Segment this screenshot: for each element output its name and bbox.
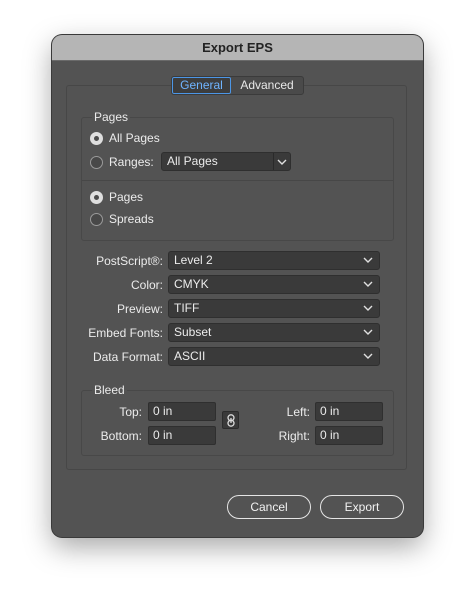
chevron-down-icon: [363, 300, 375, 317]
radio-button[interactable]: [90, 212, 103, 226]
data-format-value: ASCII: [174, 349, 206, 363]
preview-select[interactable]: TIFF: [168, 299, 380, 318]
radio-spreads[interactable]: Spreads: [90, 212, 154, 226]
chevron-down-icon: [363, 276, 375, 293]
radio-button-checked[interactable]: [90, 131, 103, 145]
ranges-label: Ranges:: [109, 155, 154, 169]
bleed-top-field[interactable]: 0 in: [148, 402, 216, 421]
color-select[interactable]: CMYK: [168, 275, 380, 294]
chevron-down-icon: [363, 324, 375, 341]
bleed-left-field[interactable]: 0 in: [315, 402, 383, 421]
data-format-select[interactable]: ASCII: [168, 347, 380, 366]
pages-divider: [82, 180, 393, 181]
postscript-value: Level 2: [174, 253, 213, 267]
pages-group: Pages All Pages Ranges: All Pages Pages: [81, 110, 394, 241]
embed-fonts-value: Subset: [174, 325, 212, 339]
bleed-group: Bleed Top: 0 in Bottom: 0 in Left: 0 in …: [81, 383, 394, 456]
data-format-label: Data Format:: [92, 350, 163, 364]
ranges-value: All Pages: [167, 154, 218, 168]
pages-group-title: Pages: [92, 110, 131, 124]
radio-pages[interactable]: Pages: [90, 190, 143, 204]
postscript-label: PostScript®:: [96, 254, 163, 268]
chevron-down-icon[interactable]: [273, 153, 290, 170]
chevron-down-icon: [363, 348, 375, 365]
bleed-bottom-label: Bottom:: [100, 429, 142, 443]
pages-label: Pages: [109, 190, 144, 204]
general-panel: Pages All Pages Ranges: All Pages Pages: [66, 85, 407, 470]
tab-general[interactable]: General: [172, 77, 231, 94]
color-label: Color:: [130, 278, 163, 292]
embed-fonts-label: Embed Fonts:: [88, 326, 163, 340]
export-button[interactable]: Export: [320, 495, 404, 519]
bleed-top-label: Top:: [119, 405, 142, 419]
ranges-combobox[interactable]: All Pages: [161, 152, 291, 171]
bleed-bottom-field[interactable]: 0 in: [148, 426, 216, 445]
radio-button[interactable]: [90, 155, 103, 169]
tab-bar: General Advanced: [171, 76, 304, 95]
preview-label: Preview:: [116, 302, 163, 316]
embed-fonts-select[interactable]: Subset: [168, 323, 380, 342]
chain-link-icon[interactable]: [222, 411, 239, 429]
all-pages-label: All Pages: [109, 131, 160, 145]
bleed-group-title: Bleed: [92, 383, 127, 397]
bleed-left-label: Left:: [286, 405, 310, 419]
export-eps-dialog: Export EPS Pages All Pages Ranges: All P…: [52, 35, 423, 537]
cancel-button[interactable]: Cancel: [227, 495, 311, 519]
radio-ranges[interactable]: Ranges:: [90, 155, 154, 169]
bleed-right-field[interactable]: 0 in: [315, 426, 383, 445]
dialog-title[interactable]: Export EPS: [52, 35, 423, 61]
postscript-select[interactable]: Level 2: [168, 251, 380, 270]
radio-button-checked[interactable]: [90, 190, 103, 204]
radio-all-pages[interactable]: All Pages: [90, 131, 160, 145]
tab-advanced[interactable]: Advanced: [231, 77, 303, 94]
bleed-right-label: Right:: [278, 429, 310, 443]
spreads-label: Spreads: [109, 212, 154, 226]
chevron-down-icon: [363, 252, 375, 269]
preview-value: TIFF: [174, 301, 200, 315]
color-value: CMYK: [174, 277, 209, 291]
